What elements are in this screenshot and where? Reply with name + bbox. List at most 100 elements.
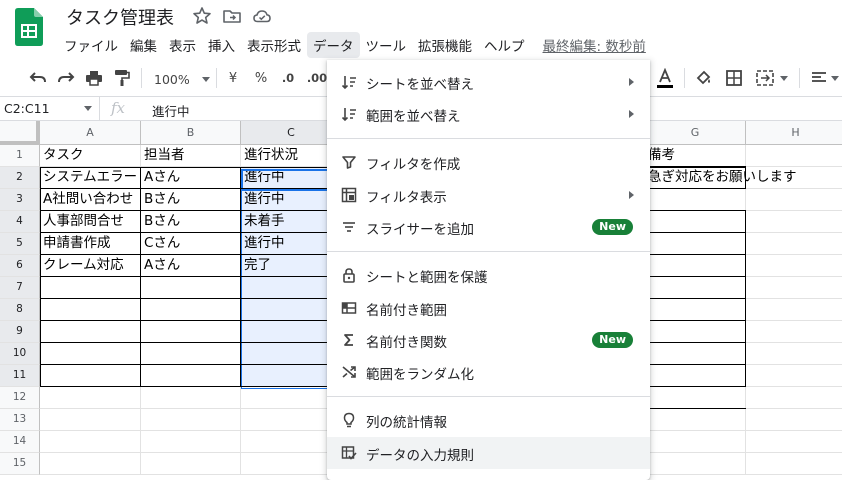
column-header-g[interactable]: G (645, 121, 746, 145)
name-box[interactable]: C2:C11 (0, 97, 100, 120)
merge-cells-icon[interactable] (754, 68, 790, 88)
cell-a4[interactable]: 人事部問合せ (40, 211, 141, 233)
column-header-a[interactable]: A (40, 121, 141, 145)
redo-icon[interactable] (56, 68, 76, 88)
row-header-2[interactable]: 2 (0, 167, 40, 189)
cell-a3[interactable]: A社問い合わせ (40, 189, 141, 211)
cell-h7[interactable] (746, 277, 842, 299)
row-header-7[interactable]: 7 (0, 277, 40, 299)
cell-h3[interactable] (746, 189, 842, 211)
menu-file[interactable]: ファイル (58, 32, 124, 58)
decrease-decimal-button[interactable]: .0 (278, 68, 298, 88)
data-menu-item-named-range[interactable]: 名前付き範囲 (327, 292, 650, 324)
cell-h6[interactable] (746, 255, 842, 277)
column-header-h[interactable]: H (746, 121, 842, 145)
cell-a7[interactable] (40, 277, 141, 299)
horizontal-align-icon[interactable] (808, 68, 842, 88)
row-header-8[interactable]: 8 (0, 299, 40, 321)
formula-input[interactable]: 進行中 (152, 101, 190, 120)
zoom-select[interactable]: 100% (150, 68, 210, 90)
cell-b4[interactable]: Bさん (141, 211, 241, 233)
cell-a2[interactable]: システムエラー (40, 167, 141, 189)
cell-b3[interactable]: Bさん (141, 189, 241, 211)
cell-g11[interactable] (645, 365, 746, 387)
row-header-15[interactable]: 15 (0, 453, 40, 475)
row-header-9[interactable]: 9 (0, 321, 40, 343)
select-all-corner[interactable] (0, 121, 40, 145)
currency-format-button[interactable]: ¥ (226, 68, 240, 88)
cell-a14[interactable] (40, 431, 141, 453)
borders-icon[interactable] (724, 68, 744, 88)
cell-b11[interactable] (141, 365, 241, 387)
data-menu-item-filter-view[interactable]: フィルタ表示 (327, 179, 650, 211)
cell-h8[interactable] (746, 299, 842, 321)
row-header-3[interactable]: 3 (0, 189, 40, 211)
cell-g1[interactable]: 備考 (645, 145, 746, 167)
row-header-12[interactable]: 12 (0, 387, 40, 409)
cell-g5[interactable] (645, 233, 746, 255)
star-icon[interactable] (192, 6, 212, 26)
cell-g2[interactable]: 急ぎ対応をお願いします (645, 167, 797, 189)
cell-h1[interactable] (746, 145, 842, 167)
cell-a1[interactable]: タスク (40, 145, 141, 167)
last-edit-link[interactable]: 最終編集: 数秒前 (543, 35, 646, 55)
data-menu-item-filter[interactable]: フィルタを作成 (327, 146, 650, 178)
data-menu-item-sort-range[interactable]: 範囲を並べ替え (327, 98, 650, 130)
cell-g9[interactable] (645, 321, 746, 343)
column-header-b[interactable]: B (141, 121, 241, 145)
row-header-4[interactable]: 4 (0, 211, 40, 233)
cell-g7[interactable] (645, 277, 746, 299)
cell-b1[interactable]: 担当者 (141, 145, 241, 167)
menu-view[interactable]: 表示 (163, 32, 202, 58)
cell-a5[interactable]: 申請書作成 (40, 233, 141, 255)
cell-b2[interactable]: Aさん (141, 167, 241, 189)
row-header-10[interactable]: 10 (0, 343, 40, 365)
row-header-5[interactable]: 5 (0, 233, 40, 255)
cell-h11[interactable] (746, 365, 842, 387)
undo-icon[interactable] (28, 68, 48, 88)
menu-insert[interactable]: 挿入 (202, 32, 241, 58)
cell-h12[interactable] (746, 387, 842, 409)
row-header-11[interactable]: 11 (0, 365, 40, 387)
print-icon[interactable] (84, 68, 104, 88)
document-title[interactable]: タスク管理表 (66, 4, 174, 30)
cell-a10[interactable] (40, 343, 141, 365)
data-menu-item-shuffle[interactable]: 範囲をランダム化 (327, 356, 650, 388)
row-header-6[interactable]: 6 (0, 255, 40, 277)
row-header-13[interactable]: 13 (0, 409, 40, 431)
cell-h10[interactable] (746, 343, 842, 365)
cell-a8[interactable] (40, 299, 141, 321)
cell-h4[interactable] (746, 211, 842, 233)
cell-h5[interactable] (746, 233, 842, 255)
move-folder-icon[interactable] (222, 6, 242, 26)
cell-h13[interactable] (746, 409, 842, 431)
menu-format[interactable]: 表示形式 (241, 32, 307, 58)
cell-b10[interactable] (141, 343, 241, 365)
menu-edit[interactable]: 編集 (124, 32, 163, 58)
cell-g12[interactable] (645, 387, 746, 409)
data-menu-item-slicer[interactable]: スライサーを追加 New (327, 211, 650, 243)
cell-b8[interactable] (141, 299, 241, 321)
cell-g13[interactable] (645, 409, 746, 431)
row-header-14[interactable]: 14 (0, 431, 40, 453)
cell-h14[interactable] (746, 431, 842, 453)
menu-extensions[interactable]: 拡張機能 (412, 32, 478, 58)
row-header-1[interactable]: 1 (0, 145, 40, 167)
data-menu-item-sigma[interactable]: 名前付き関数 New (327, 324, 650, 356)
menu-help[interactable]: ヘルプ (478, 32, 531, 58)
cell-b13[interactable] (141, 409, 241, 431)
sheets-logo-icon[interactable] (15, 8, 43, 46)
cell-g3[interactable] (645, 189, 746, 211)
paint-format-icon[interactable] (112, 68, 132, 88)
cloud-saved-icon[interactable] (252, 6, 272, 26)
menu-data[interactable]: データ (307, 32, 360, 58)
data-menu-item-validation[interactable]: データの入力規則 (327, 437, 650, 469)
cell-a12[interactable] (40, 387, 141, 409)
cell-h15[interactable] (746, 453, 842, 475)
cell-a13[interactable] (40, 409, 141, 431)
cell-b14[interactable] (141, 431, 241, 453)
cell-b5[interactable]: Cさん (141, 233, 241, 255)
cell-a11[interactable] (40, 365, 141, 387)
cell-b12[interactable] (141, 387, 241, 409)
data-menu-item-sort[interactable]: シートを並べ替え (327, 66, 650, 98)
